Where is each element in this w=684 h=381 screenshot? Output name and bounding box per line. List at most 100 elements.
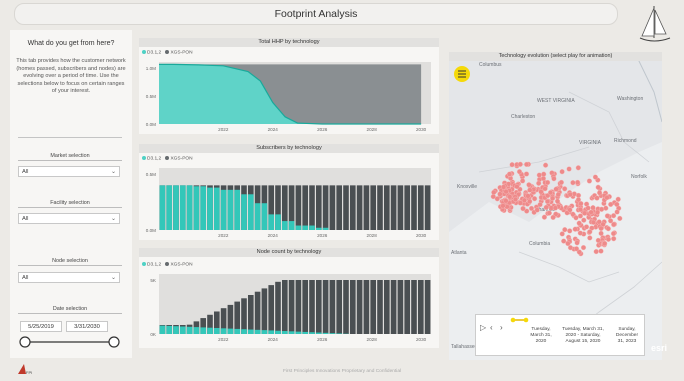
d31-bar [187, 327, 193, 334]
coverage-dot [560, 169, 565, 174]
map-label-virginia: VIRGINIA [579, 140, 602, 146]
market-selection-label: Market selection [18, 153, 122, 161]
d31-bar [296, 332, 302, 334]
d31-bar [323, 228, 329, 230]
map-label-charleston: Charleston [511, 114, 535, 120]
map-label-west-virginia: WEST VIRGINIA [537, 98, 575, 104]
next-icon[interactable]: › [500, 323, 503, 332]
timeline-track[interactable] [510, 317, 530, 323]
d31-bar [228, 329, 234, 334]
xgs-pon-bar [302, 185, 308, 230]
facility-dropdown[interactable]: All⌄ [18, 213, 120, 224]
map-label-norfolk: Norfolk [631, 174, 647, 180]
coverage-dot [568, 192, 573, 197]
xgs-pon-bar [350, 185, 356, 230]
d31-bar [323, 333, 329, 334]
coverage-dot [527, 182, 532, 187]
plot-area [159, 168, 431, 230]
end-date-input[interactable]: 3/31/2030 [66, 321, 108, 332]
xgs-pon-bar [262, 288, 268, 334]
coverage-dot [507, 172, 512, 177]
play-icon[interactable]: ▷ [480, 323, 486, 332]
xgs-pon-bar [391, 280, 397, 334]
coverage-dot [518, 162, 523, 167]
coverage-dot [521, 206, 526, 211]
coverage-dot [606, 237, 611, 242]
coverage-dot [578, 231, 583, 236]
d31-bar [248, 194, 254, 230]
coverage-dot [567, 229, 572, 234]
xgs-pon-bar [248, 295, 254, 334]
previous-icon[interactable]: ‹ [490, 323, 493, 332]
xgs-pon-bar [323, 185, 329, 230]
legend-d31: D3.1,2 [147, 50, 161, 55]
coverage-dot [562, 227, 567, 232]
coverage-dot [545, 199, 550, 204]
chevron-down-icon: ⌄ [111, 167, 116, 178]
coverage-dot [586, 206, 591, 211]
coverage-dot [593, 175, 598, 180]
coverage-dot [561, 239, 566, 244]
hhp-area-chart: 202220242026202820300.0M0.5M1.0M [139, 58, 439, 134]
start-date-input[interactable]: 5/25/2019 [20, 321, 62, 332]
coverage-dot [501, 185, 506, 190]
coverage-dot [527, 188, 532, 193]
node-selection-label: Node selection [18, 258, 122, 266]
xgs-pon-bar [241, 298, 247, 334]
coverage-dot [544, 205, 549, 210]
coverage-dot [547, 211, 552, 216]
coverage-dot [578, 214, 583, 219]
xgs-pon-bar [336, 185, 342, 230]
d31-bar [282, 221, 288, 230]
coverage-dot [611, 236, 616, 241]
slider-end-handle[interactable] [109, 337, 119, 347]
coverage-dot [576, 193, 581, 198]
hhp-chart-title: Total HHP by technology [139, 38, 439, 47]
coverage-dot [602, 241, 607, 246]
coverage-dot [510, 162, 515, 167]
coverage-dot [611, 213, 616, 218]
coverage-dot [507, 194, 512, 199]
node-chart-title: Node count by technology [139, 248, 439, 257]
xgs-pon-bar [350, 280, 356, 334]
xgs-pon-bar [370, 185, 376, 230]
x-tick-label: 2028 [367, 233, 378, 238]
coverage-dot [589, 210, 594, 215]
coverage-dot [571, 180, 576, 185]
y-tick-label: 5K [150, 278, 157, 283]
coverage-dot [554, 187, 559, 192]
slider-start-handle[interactable] [20, 337, 30, 347]
facility-selection-label: Facility selection [18, 200, 122, 208]
xgs-pon-bar [398, 185, 404, 230]
coverage-dot [542, 215, 547, 220]
node-legend: D3.1,2 XGS-PON [142, 262, 193, 267]
coverage-dot [574, 246, 579, 251]
x-tick-label: 2028 [367, 337, 378, 342]
d31-bar [289, 221, 295, 230]
xgs-pon-bar [316, 280, 322, 334]
map-label-columbus: Columbus [479, 62, 502, 68]
date-range-slider[interactable] [18, 335, 122, 349]
xgs-pon-bar [309, 280, 315, 334]
xgs-pon-bar [364, 185, 370, 230]
y-tick-label: 0.5M [146, 94, 156, 99]
coverage-dot [504, 189, 509, 194]
legend-dot-d31 [142, 50, 146, 54]
x-tick-label: 2022 [218, 127, 229, 132]
map-label-columbia: Columbia [529, 241, 550, 247]
coverage-dot [615, 210, 620, 215]
legend-d31: D3.1,2 [147, 156, 161, 161]
xgs-pon-bar [418, 185, 424, 230]
coverage-dot [543, 163, 548, 168]
coverage-dot [594, 249, 599, 254]
coverage-dot [587, 229, 592, 234]
market-dropdown[interactable]: All⌄ [18, 166, 120, 177]
node-dropdown[interactable]: All⌄ [18, 272, 120, 283]
coverage-dot [576, 197, 581, 202]
d31-bar [336, 333, 342, 334]
map-label-washington: Washington [617, 96, 643, 102]
coverage-dot [559, 180, 564, 185]
d31-bar [180, 327, 186, 334]
y-tick-label: 0.0M [146, 122, 156, 127]
coverage-dot [581, 245, 586, 250]
